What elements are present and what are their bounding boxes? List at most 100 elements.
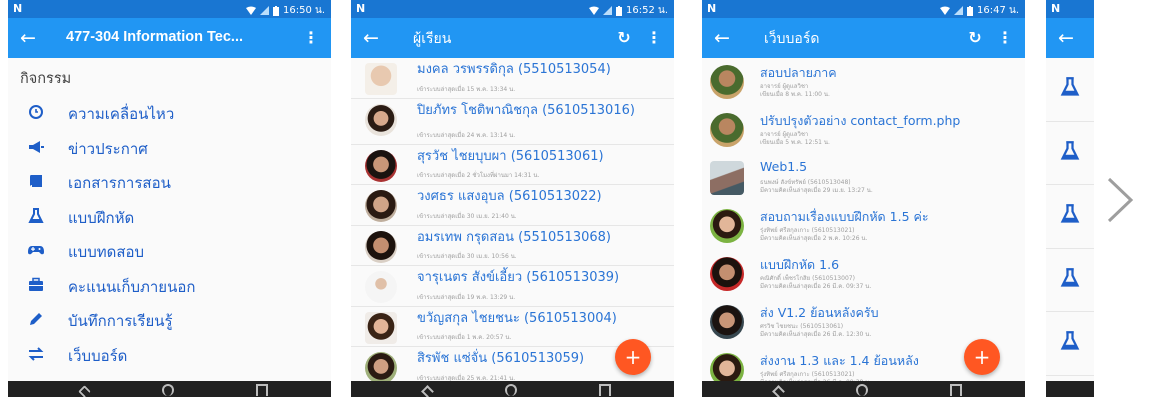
student-name: ปิยภัทร โชติพาณิชกุล (5610513016) — [417, 102, 635, 118]
menu-item-label: คะแนนเก็บภายนอก — [68, 277, 196, 296]
post-title: สอบปลายภาค — [760, 65, 837, 80]
last-login: เข้าระบบล่าสุดเมื่อ 1 พ.ค. 20:57 น. — [417, 334, 512, 341]
system-nav-bar — [8, 381, 331, 397]
clock-icon — [29, 105, 43, 119]
list-item[interactable]: ปิยภัทร โชติพาณิชกุล (5610513016) เข้าระ… — [351, 99, 674, 145]
avatar — [365, 230, 397, 263]
app-bar: ← 477-304 Information Tec... ⋮ — [8, 18, 331, 58]
avatar — [710, 161, 744, 195]
avatar — [710, 65, 744, 99]
nav-recents-icon[interactable] — [599, 384, 611, 396]
post-meta: มีความคิดเห็นล่าสุดเมื่อ 26 มี.ค. 09:37 … — [760, 283, 872, 290]
post-meta: มีความคิดเห็นล่าสุดเมื่อ 26 มี.ค. 12:30 … — [760, 331, 872, 338]
list-item[interactable]: วงศธร แสงอุบล (5610513022) เข้าระบบล่าสุ… — [351, 185, 674, 226]
book-icon — [30, 175, 42, 187]
student-name: จารุเนตร สังข์เอี้ยว (5610513039) — [417, 270, 620, 285]
list-item[interactable]: สุรวัช ไชยบุบผา (5610513061) เข้าระบบล่า… — [351, 145, 674, 185]
back-arrow-icon[interactable]: ← — [16, 26, 40, 50]
app-bar: ← ผู้เรียน ↻ ⋮ — [351, 18, 674, 58]
avatar — [710, 257, 744, 291]
phone-screen-students: N 16:52 น. ← ผู้เรียน ↻ ⋮ มงคล วรพรรดิกุ… — [351, 0, 674, 397]
nav-back-icon[interactable] — [421, 385, 434, 397]
menu-item-learning-notes[interactable]: บันทึกการเรียนรู้ — [8, 302, 331, 337]
back-arrow-icon[interactable]: ← — [359, 26, 383, 50]
flask-icon — [1060, 140, 1080, 160]
list-item[interactable] — [1046, 185, 1094, 249]
student-list: มงคล วรพรรดิกุล (5510513054) เข้าระบบล่า… — [351, 58, 674, 388]
nav-recents-icon[interactable] — [256, 384, 268, 396]
page-title: ผู้เรียน — [413, 30, 452, 46]
pencil-icon — [30, 313, 42, 325]
flask-icon — [1060, 267, 1080, 287]
more-vert-icon[interactable]: ⋮ — [644, 28, 664, 48]
notification-n-icon: N — [356, 2, 366, 15]
refresh-icon[interactable]: ↻ — [614, 28, 634, 48]
nav-recents-icon[interactable] — [950, 384, 962, 396]
add-fab-button[interactable]: + — [615, 339, 651, 375]
last-login: เข้าระบบล่าสุดเมื่อ 30 เม.ย. 21:40 น. — [417, 212, 517, 220]
status-bar: N 16:52 น. — [351, 0, 674, 18]
menu-item-label: แบบทดสอบ — [68, 243, 145, 261]
signal-icon — [259, 6, 269, 15]
section-title: กิจกรรม — [20, 71, 72, 87]
menu-item-label: เอกสารการสอน — [68, 174, 171, 192]
list-item[interactable]: จารุเนตร สังข์เอี้ยว (5610513039) เข้าระ… — [351, 266, 674, 307]
phone-screen-exercises-partial: N ← — [1046, 0, 1094, 397]
flask-icon — [1060, 77, 1080, 96]
back-arrow-icon[interactable]: ← — [710, 26, 734, 50]
wifi-icon — [939, 6, 950, 15]
menu-item-label: เว็บบอร์ด — [68, 346, 128, 365]
clock-time: 16:50 น. — [282, 5, 325, 16]
menu-item-activity[interactable]: ความเคลื่อนไหว — [8, 95, 331, 130]
add-fab-button[interactable]: + — [964, 339, 1000, 375]
page-title: 477-304 Information Tec... — [66, 29, 244, 45]
menu-item-exercises[interactable]: แบบฝึกหัด — [8, 199, 331, 234]
menu-item-label: ความเคลื่อนไหว — [68, 105, 175, 123]
menu-item-external-scores[interactable]: คะแนนเก็บภายนอก — [8, 268, 331, 303]
nav-home-icon[interactable] — [162, 384, 174, 396]
list-item[interactable]: อมรเทพ กรุดสอน (5510513068) เข้าระบบล่าส… — [351, 226, 674, 266]
more-vert-icon[interactable]: ⋮ — [995, 28, 1015, 48]
refresh-icon[interactable]: ↻ — [965, 28, 985, 48]
page-title: เว็บบอร์ด — [764, 30, 820, 46]
menu-item-label: บันทึกการเรียนรู้ — [68, 312, 173, 330]
list-item[interactable]: มงคล วรพรรดิกุล (5510513054) เข้าระบบล่า… — [351, 58, 674, 99]
chevron-right-icon[interactable] — [1106, 176, 1134, 224]
notification-n-icon: N — [1051, 2, 1061, 15]
post-title: ปรับปรุงตัวอย่าง contact_form.php — [760, 113, 961, 128]
phone-screen-course-menu: N 16:50 น. ← 477-304 Information Tec... … — [8, 0, 331, 397]
signal-icon — [602, 6, 612, 15]
status-bar: N 16:50 น. — [8, 0, 331, 18]
more-vert-icon[interactable]: ⋮ — [301, 28, 321, 48]
list-item[interactable]: สอบถามเรื่องแบบฝึกหัด 1.5 ค่ะ รุ่งทิพย์ … — [702, 202, 1025, 250]
system-nav-bar — [702, 381, 1025, 397]
menu-item-tests[interactable]: แบบทดสอบ — [8, 233, 331, 268]
list-item[interactable]: สอบปลายภาค อาจารย์ ผู้ดูแลวิชา เขียนเมื่… — [702, 58, 1025, 106]
nav-home-icon[interactable] — [505, 384, 517, 396]
system-nav-bar — [351, 381, 674, 397]
post-meta: มีความคิดเห็นล่าสุดเมื่อ 29 เม.ย. 13:27 … — [760, 187, 873, 194]
list-item[interactable] — [1046, 122, 1094, 185]
list-item[interactable]: Web1.5 ธนพงษ์ สังข์ทรัพย์ (5610513048) ม… — [702, 154, 1025, 202]
last-login: เข้าระบบล่าสุดเมื่อ 30 เม.ย. 10:56 น. — [417, 253, 517, 260]
back-arrow-icon[interactable]: ← — [1054, 26, 1078, 50]
nav-home-icon[interactable] — [856, 384, 868, 396]
list-item[interactable] — [1046, 58, 1094, 122]
post-title: Web1.5 — [760, 159, 808, 174]
list-item[interactable]: ปรับปรุงตัวอย่าง contact_form.php อาจารย… — [702, 106, 1025, 154]
gamepad-icon — [28, 246, 44, 255]
list-item[interactable]: แบบฝึกหัด 1.6 คณิศักดิ์ เพ็ชรโกสิย (5610… — [702, 250, 1025, 298]
app-bar: ← — [1046, 18, 1094, 58]
post-title: ส่ง V1.2 ย้อนหลังครับ — [760, 305, 879, 320]
student-name: สุรวัช ไชยบุบผา (5610513061) — [417, 148, 604, 164]
menu-item-announcements[interactable]: ข่าวประกาศ — [8, 130, 331, 165]
menu-item-webboard[interactable]: เว็บบอร์ด — [8, 337, 331, 372]
briefcase-icon — [29, 277, 43, 291]
flask-icon — [1060, 331, 1080, 350]
nav-back-icon[interactable] — [78, 385, 91, 397]
menu-item-documents[interactable]: เอกสารการสอน — [8, 164, 331, 199]
list-item[interactable] — [1046, 312, 1094, 376]
nav-back-icon[interactable] — [772, 385, 785, 397]
last-login: เข้าระบบล่าสุดเมื่อ 2 ชั่วโมงที่ผ่านมา 1… — [417, 172, 540, 179]
list-item[interactable] — [1046, 249, 1094, 312]
